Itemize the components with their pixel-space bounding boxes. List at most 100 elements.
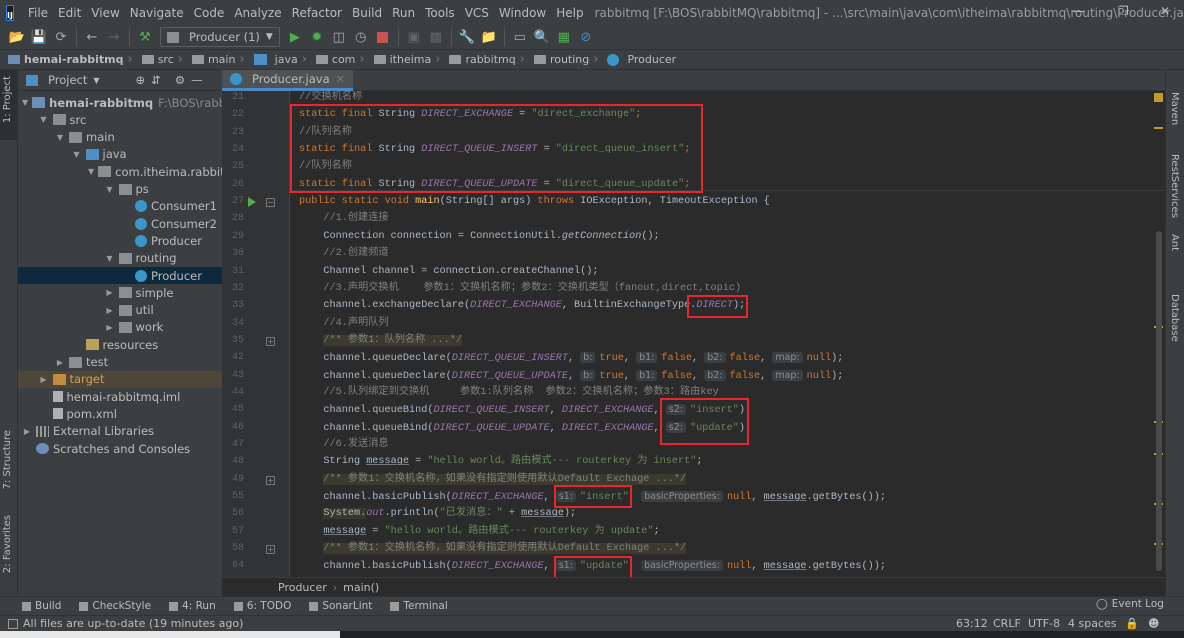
close-icon[interactable]: ✕ xyxy=(1160,4,1170,18)
tree-item[interactable]: ▶ target xyxy=(18,370,222,388)
status-toggle-icon[interactable] xyxy=(8,618,18,629)
tree-item[interactable]: Scratches and Consoles xyxy=(18,440,222,457)
gear-icon[interactable]: ⚙ xyxy=(175,73,185,87)
structure-tool-tab[interactable]: 7: Structure xyxy=(2,430,13,489)
breadcrumb-item[interactable]: hemai-rabbitmq xyxy=(8,53,123,66)
tool-button-build[interactable]: Build xyxy=(22,600,61,612)
run-configuration-select[interactable]: Producer (1) ▼ xyxy=(160,27,280,47)
indent-setting[interactable]: 4 spaces xyxy=(1068,617,1117,630)
run-icon[interactable]: ▶ xyxy=(284,27,306,47)
fold-toggle-icon[interactable]: + xyxy=(266,475,275,485)
editor-scrollbar[interactable] xyxy=(1153,91,1165,577)
tool-button-terminal[interactable]: Terminal xyxy=(390,600,448,612)
fold-toggle-icon[interactable]: − xyxy=(266,198,275,208)
menu-run[interactable]: Run xyxy=(387,6,420,20)
breadcrumb-item[interactable]: main xyxy=(174,52,235,67)
tree-item[interactable]: resources xyxy=(18,336,222,353)
tree-item[interactable]: Producer xyxy=(18,232,222,249)
menu-window[interactable]: Window xyxy=(494,6,551,20)
tree-item[interactable]: ▼ ps xyxy=(18,181,222,198)
menu-file[interactable]: File xyxy=(23,6,53,20)
fold-toggle-icon[interactable]: + xyxy=(266,545,275,555)
menu-build[interactable]: Build xyxy=(347,6,387,20)
deploy-icon[interactable]: ▩ xyxy=(425,27,447,47)
stop-icon[interactable] xyxy=(372,27,394,47)
favorites-tool-tab[interactable]: 2: Favorites xyxy=(2,515,13,573)
locate-icon[interactable]: ⊕ xyxy=(136,73,146,87)
menu-code[interactable]: Code xyxy=(189,6,230,20)
minimize-icon[interactable]: — xyxy=(1073,4,1085,18)
breadcrumb-item[interactable]: src xyxy=(123,52,174,67)
lock-icon[interactable]: 🔒 xyxy=(1125,617,1139,630)
chevron-right-icon[interactable]: ▶ xyxy=(55,358,65,367)
tool-tab-database[interactable]: Database xyxy=(1169,294,1180,342)
breadcrumb-item[interactable]: com xyxy=(298,52,355,67)
code-editor[interactable]: 21 22 23 24 25 26 27 − 28 29 30 31 32 33 34 35 +42 43 44 45… xyxy=(222,91,1165,577)
chevron-down-icon[interactable]: ▼ xyxy=(55,133,65,142)
breadcrumb-item[interactable]: itheima xyxy=(355,52,431,67)
breadcrumb-item[interactable]: routing xyxy=(516,52,589,67)
chevron-right-icon[interactable]: ▶ xyxy=(105,288,115,297)
activity-monitor-icon[interactable]: ▦ xyxy=(553,27,575,47)
menu-navigate[interactable]: Navigate xyxy=(125,6,189,20)
tree-item[interactable]: Consumer2 xyxy=(18,215,222,232)
chevron-down-icon[interactable]: ▼ xyxy=(22,98,28,107)
event-log-button[interactable]: ◯ Event Log xyxy=(1096,598,1164,610)
file-encoding[interactable]: UTF-8 xyxy=(1028,617,1060,630)
inspector-icon[interactable]: ☻ xyxy=(1148,617,1159,630)
search-icon[interactable]: 🔍 xyxy=(531,27,553,47)
menu-tools[interactable]: Tools xyxy=(420,6,460,20)
terminal-icon[interactable]: ▭ xyxy=(509,27,531,47)
tree-item[interactable]: Producer xyxy=(18,267,222,284)
tree-item[interactable]: ▼ java xyxy=(18,146,222,163)
tree-item[interactable]: ▶ work xyxy=(18,319,222,336)
menu-analyze[interactable]: Analyze xyxy=(229,6,286,20)
menu-view[interactable]: View xyxy=(86,6,124,20)
tree-item[interactable]: ▼ src xyxy=(18,111,222,128)
tree-item[interactable]: hemai-rabbitmq.iml xyxy=(18,388,222,405)
project-structure-icon[interactable]: 📁 xyxy=(478,27,500,47)
crumb-class[interactable]: Producer xyxy=(278,581,327,594)
project-tool-tab[interactable]: 1: Project xyxy=(2,76,13,123)
sync-icon[interactable]: ⟳ xyxy=(50,27,72,47)
tree-item[interactable]: ▶ External Libraries xyxy=(18,423,222,440)
scroll-thumb[interactable] xyxy=(1156,231,1162,571)
chevron-down-icon[interactable]: ▼ xyxy=(105,185,115,194)
back-icon[interactable]: ← xyxy=(81,27,103,47)
restore-icon[interactable]: ❐ xyxy=(1118,4,1129,18)
profile-icon[interactable]: ◷ xyxy=(350,27,372,47)
collapse-all-icon[interactable]: ⇵ xyxy=(151,73,161,87)
project-view-select[interactable]: Project xyxy=(48,73,87,87)
coverage-icon[interactable]: ◫ xyxy=(328,27,350,47)
tree-item[interactable]: ▶ test xyxy=(18,354,222,371)
fold-toggle-icon[interactable]: + xyxy=(266,336,275,346)
tree-item[interactable]: ▶ simple xyxy=(18,284,222,301)
chevron-down-icon[interactable]: ▼ xyxy=(105,254,115,263)
chevron-right-icon[interactable]: ▶ xyxy=(22,427,32,436)
menu-vcs[interactable]: VCS xyxy=(460,6,494,20)
hide-icon[interactable]: — xyxy=(191,73,203,87)
breadcrumb-item[interactable]: rabbitmq xyxy=(431,52,516,67)
close-tab-icon[interactable]: ✕ xyxy=(336,72,346,86)
tool-tab-ant[interactable]: Ant xyxy=(1169,234,1180,251)
line-separator[interactable]: CRLF xyxy=(993,617,1021,630)
tool-tab-maven[interactable]: Maven xyxy=(1169,92,1180,125)
chevron-down-icon[interactable]: ▼ xyxy=(93,76,99,85)
chevron-right-icon[interactable]: ▶ xyxy=(105,306,115,315)
menu-edit[interactable]: Edit xyxy=(53,6,86,20)
chevron-down-icon[interactable]: ▼ xyxy=(88,167,94,176)
menu-help[interactable]: Help xyxy=(551,6,588,20)
chevron-down-icon[interactable]: ▼ xyxy=(72,150,82,159)
tree-item[interactable]: Consumer1 xyxy=(18,198,222,215)
tab-producer-java[interactable]: Producer.java ✕ xyxy=(222,70,354,91)
tree-item[interactable]: pom.xml xyxy=(18,405,222,422)
disable-icon[interactable]: ⊘ xyxy=(575,27,597,47)
breadcrumb-item[interactable]: java xyxy=(235,52,298,67)
tree-item[interactable]: ▼ hemai-rabbitmq F:\BOS\rabbitM xyxy=(18,94,222,111)
tool-button-checkstyle[interactable]: CheckStyle xyxy=(79,600,151,612)
chevron-down-icon[interactable]: ▼ xyxy=(39,115,49,124)
run-gutter-icon[interactable] xyxy=(248,197,256,208)
forward-icon[interactable]: → xyxy=(103,27,125,47)
tree-item[interactable]: ▼ routing xyxy=(18,250,222,267)
crumb-method[interactable]: main() xyxy=(343,581,379,594)
